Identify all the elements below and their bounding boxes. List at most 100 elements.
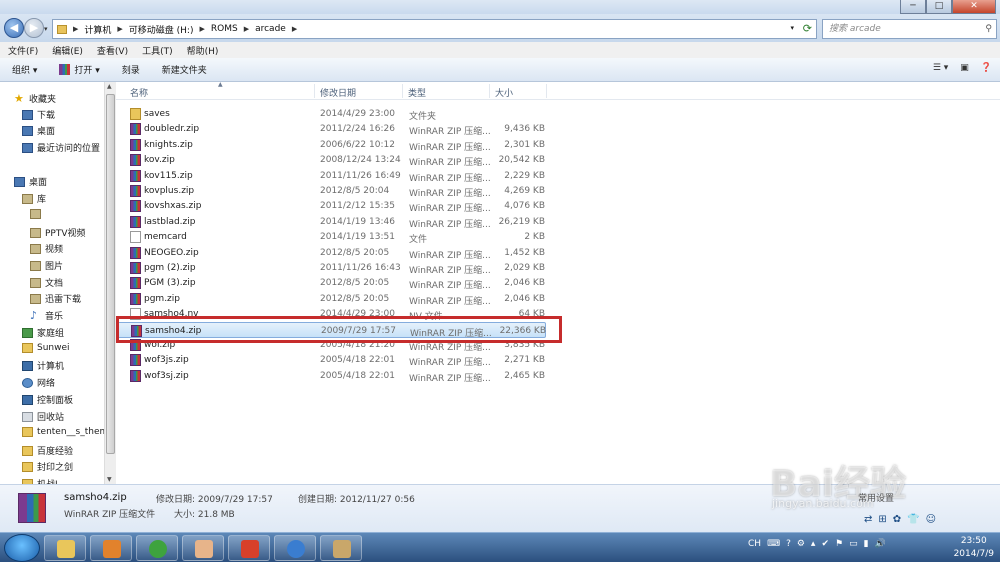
clock[interactable]: 23:50 2014/7/9 xyxy=(954,535,994,561)
nav-item[interactable]: 桌面 xyxy=(14,175,47,188)
menu-file[interactable]: 文件(F) xyxy=(8,44,38,57)
breadcrumb-drive[interactable]: 可移动磁盘 (H:) xyxy=(129,23,194,36)
settings-tray-icon[interactable]: ⚙ xyxy=(797,539,805,549)
nav-item[interactable]: tenten__s_theme xyxy=(22,427,104,437)
help-icon[interactable]: ❓ xyxy=(981,63,992,73)
nav-item[interactable]: 桌面 xyxy=(22,124,55,137)
network-icon[interactable]: ⇄ xyxy=(864,514,872,525)
scrollbar-thumb[interactable] xyxy=(106,94,115,454)
file-row[interactable]: pgm (2).zip 2011/11/26 16:43 WinRAR ZIP 压缩… xyxy=(116,260,546,276)
keyboard-icon[interactable]: ⌨ xyxy=(767,539,780,549)
nav-item[interactable]: 网络 xyxy=(22,376,55,389)
file-row[interactable]: memcard 2014/1/19 13:51 文件 2 KB xyxy=(116,229,546,245)
file-row[interactable]: kovplus.zip 2012/8/5 20:04 WinRAR ZIP 压缩..… xyxy=(116,183,546,199)
paw-icon[interactable]: ✿ xyxy=(893,514,901,525)
taskbar-contacts[interactable] xyxy=(182,535,224,561)
help-tray-icon[interactable]: ? xyxy=(786,539,791,549)
recent-pages-dropdown-icon[interactable]: ▾ xyxy=(44,25,48,33)
taskbar-browser[interactable] xyxy=(274,535,316,561)
user-icon[interactable]: ☺ xyxy=(926,514,936,525)
language-indicator[interactable]: CH xyxy=(748,539,761,549)
nav-item[interactable]: 图片 xyxy=(30,259,63,272)
nav-item[interactable]: 文档 xyxy=(30,276,63,289)
breadcrumb-separator-icon[interactable]: ▶ xyxy=(199,25,204,33)
menu-view[interactable]: 查看(V) xyxy=(97,44,128,57)
flag-icon[interactable]: ⚑ xyxy=(835,539,843,549)
nav-item[interactable] xyxy=(30,209,45,219)
preview-pane-icon[interactable]: ▣ xyxy=(960,63,969,73)
address-bar[interactable]: ▶ 计算机 ▶ 可移动磁盘 (H:) ▶ ROMS ▶ arcade ▶ ▾ ⟳ xyxy=(52,19,817,39)
column-name[interactable]: 名称 xyxy=(130,86,148,99)
refresh-icon[interactable]: ⟳ xyxy=(803,22,812,35)
forward-button[interactable]: ▶ xyxy=(24,18,44,38)
minimize-button[interactable]: ─ xyxy=(900,0,926,14)
breadcrumb-separator-icon[interactable]: ▶ xyxy=(117,25,122,33)
nav-item[interactable]: 回收站 xyxy=(22,410,64,423)
file-row[interactable]: saves 2014/4/29 23:00 文件夹 xyxy=(116,106,546,122)
nav-item[interactable]: 封印之剑 xyxy=(22,460,73,473)
grid-icon[interactable]: ⊞ xyxy=(878,514,886,525)
menu-tools[interactable]: 工具(T) xyxy=(142,44,173,57)
column-date[interactable]: 修改日期 xyxy=(320,86,356,99)
file-row[interactable]: pgm.zip 2012/8/5 20:05 WinRAR ZIP 压缩... 2,0… xyxy=(116,291,546,307)
nav-item[interactable]: 家庭组 xyxy=(22,326,64,339)
taskbar-paint[interactable] xyxy=(320,535,362,561)
address-dropdown-icon[interactable]: ▾ xyxy=(790,24,794,32)
volume-icon[interactable]: 🔊 xyxy=(875,539,886,549)
close-button[interactable]: ✕ xyxy=(952,0,996,14)
nav-item[interactable]: 下载 xyxy=(22,108,55,121)
open-button[interactable]: 打开 ▾ xyxy=(59,63,100,76)
file-row[interactable]: knights.zip 2006/6/22 10:12 WinRAR ZIP 压缩.… xyxy=(116,137,546,153)
scroll-down-icon[interactable]: ▼ xyxy=(107,476,112,483)
file-row[interactable]: NEOGEO.zip 2012/8/5 20:05 WinRAR ZIP 压缩...… xyxy=(116,245,546,261)
tray-expand-icon[interactable]: ▴ xyxy=(811,539,816,549)
taskbar-explorer[interactable] xyxy=(44,535,86,561)
view-options-icon[interactable]: ☰ ▾ xyxy=(933,63,948,73)
scroll-up-icon[interactable]: ▲ xyxy=(107,83,112,90)
menu-edit[interactable]: 编辑(E) xyxy=(52,44,83,57)
file-row[interactable]: lastblad.zip 2014/1/19 13:46 WinRAR ZIP 压缩… xyxy=(116,214,546,230)
column-size[interactable]: 大小 xyxy=(495,86,513,99)
nav-item[interactable]: 计算机 xyxy=(22,359,64,372)
breadcrumb-roms[interactable]: ROMS xyxy=(211,24,238,34)
column-divider[interactable] xyxy=(402,84,403,98)
file-row[interactable]: doubledr.zip 2011/2/24 16:26 WinRAR ZIP 压缩… xyxy=(116,121,546,137)
navigation-scrollbar[interactable]: ▲ ▼ xyxy=(104,82,116,484)
taskbar-refresh-app[interactable] xyxy=(136,535,178,561)
start-button[interactable] xyxy=(4,534,40,562)
display-icon[interactable]: ▭ xyxy=(849,539,858,549)
search-input[interactable]: 搜索 arcade ⚲ xyxy=(822,19,997,39)
breadcrumb-separator-icon[interactable]: ▶ xyxy=(244,25,249,33)
column-divider[interactable] xyxy=(546,84,547,98)
nav-item[interactable]: ♪ 音乐 xyxy=(30,309,63,323)
file-row[interactable]: PGM (3).zip 2012/8/5 20:05 WinRAR ZIP 压缩..… xyxy=(116,275,546,291)
breadcrumb-arcade[interactable]: arcade xyxy=(255,24,286,34)
signal-icon[interactable]: ▮ xyxy=(864,539,869,549)
file-row[interactable]: wof3sj.zip 2005/4/18 22:01 WinRAR ZIP 压缩..… xyxy=(116,368,546,384)
column-divider[interactable] xyxy=(489,84,490,98)
nav-item[interactable]: 百度经验 xyxy=(22,444,73,457)
nav-item[interactable]: 迅雷下载 xyxy=(30,292,81,305)
maximize-button[interactable]: □ xyxy=(926,0,952,14)
breadcrumb-computer[interactable]: 计算机 xyxy=(84,23,111,36)
shirt-icon[interactable]: 👕 xyxy=(907,514,919,525)
nav-item[interactable]: 最近访问的位置 xyxy=(22,141,100,154)
file-row[interactable]: kov.zip 2008/12/24 13:24 WinRAR ZIP 压缩... 2… xyxy=(116,152,546,168)
nav-item[interactable]: PPTV视频 xyxy=(30,226,86,239)
nav-item[interactable]: 控制面板 xyxy=(22,393,73,406)
breadcrumb-separator-icon[interactable]: ▶ xyxy=(73,25,78,33)
menu-help[interactable]: 帮助(H) xyxy=(187,44,219,57)
file-row[interactable]: wof3js.zip 2005/4/18 22:01 WinRAR ZIP 压缩..… xyxy=(116,352,546,368)
burn-button[interactable]: 刻录 xyxy=(122,63,140,76)
file-row[interactable]: kov115.zip 2011/11/26 16:49 WinRAR ZIP 压缩.… xyxy=(116,168,546,184)
breadcrumb-separator-icon[interactable]: ▶ xyxy=(292,25,297,33)
column-type[interactable]: 类型 xyxy=(408,86,426,99)
file-row[interactable]: kovshxas.zip 2011/2/12 15:35 WinRAR ZIP 压缩… xyxy=(116,198,546,214)
nav-item[interactable]: Sunwei xyxy=(22,343,70,353)
security-icon[interactable]: ✔ xyxy=(821,539,829,549)
taskbar-emulator[interactable] xyxy=(228,535,270,561)
nav-item[interactable]: 机战J xyxy=(22,477,58,484)
column-divider[interactable] xyxy=(314,84,315,98)
new-folder-button[interactable]: 新建文件夹 xyxy=(162,63,207,76)
back-button[interactable]: ◀ xyxy=(4,18,24,38)
